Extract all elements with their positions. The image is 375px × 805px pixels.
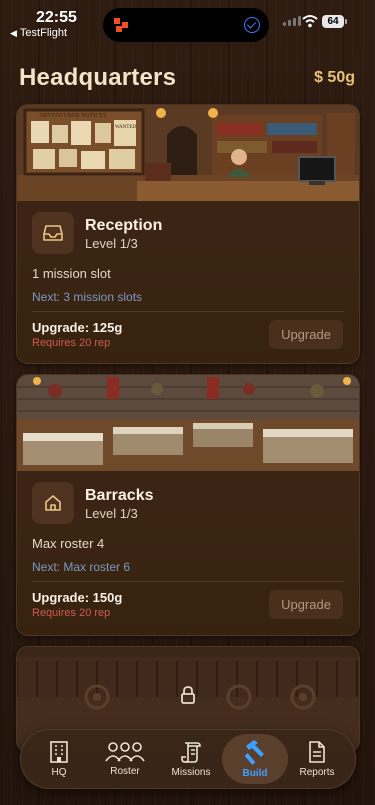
hammer-icon [244,740,264,765]
tab-reports[interactable]: Reports [286,730,348,788]
cellular-signal-icon [283,16,301,26]
dynamic-island [103,8,269,42]
upgrade-reception-button[interactable]: Upgrade [269,320,343,349]
back-to-app-link[interactable]: ◀ TestFlight [10,27,67,39]
building-effect: 1 mission slot [32,266,111,281]
verified-check-icon [244,17,260,33]
upgrade-cost: Upgrade: 150g [32,590,123,605]
bottom-tab-bar: HQ Roster Missions Build Reports [20,729,356,789]
next-level-preview: Next: 3 mission slots [32,290,143,304]
upgrade-cost: Upgrade: 125g [32,320,123,335]
building-card-barracks: Barracks Level 1/3 Max roster 4 Next: Ma… [16,374,360,636]
tab-missions[interactable]: Missions [160,730,222,788]
upgrade-requirement: Requires 20 rep [32,337,111,349]
people-icon [105,742,145,762]
building-name: Barracks [85,487,154,504]
building-level: Level 1/3 [85,506,138,521]
tab-label: Missions [171,767,211,778]
document-icon [309,741,325,763]
back-arrow-icon: ◀ [10,27,17,38]
lock-icon [181,686,195,704]
wifi-icon [302,15,318,28]
barracks-illustration [17,375,359,471]
status-bar: 22:55 ◀ TestFlight 64 [0,0,375,46]
tab-roster[interactable]: Roster [94,730,156,788]
scroll-icon [181,742,201,763]
tab-hq[interactable]: HQ [28,730,90,788]
wanted-poster-text: WANTED [115,125,136,130]
reception-icon-tile [32,212,74,254]
tab-label: Build [242,768,268,779]
upgrade-barracks-button[interactable]: Upgrade [269,590,343,619]
divider [32,311,344,312]
tab-label: Roster [110,766,140,777]
app-logo-icon [114,18,128,32]
upgrade-requirement: Requires 20 rep [32,607,111,619]
tab-label: HQ [51,767,67,778]
building-name: Reception [85,217,163,234]
tab-label: Reports [299,767,335,778]
next-level-preview: Next: Max roster 6 [32,560,131,574]
building-icon [50,741,68,763]
building-effect: Max roster 4 [32,536,105,551]
battery-indicator: 64 [322,15,347,28]
gold-balance: $ 50g [314,69,355,86]
barracks-icon-tile [32,482,74,524]
notice-board-sign: ADVENTURER NOTICES [39,113,107,119]
reception-illustration: ADVENTURER NOTICES WANTED [17,105,359,201]
house-icon [45,495,61,511]
tab-build[interactable]: Build [222,734,288,784]
back-app-label: TestFlight [19,27,67,39]
clock: 22:55 [36,9,77,26]
divider [32,581,344,582]
inbox-icon [43,225,63,241]
page-title: Headquarters [19,64,177,91]
building-card-reception: ADVENTURER NOTICES WANTED Reception Leve… [16,104,360,364]
building-level: Level 1/3 [85,236,138,251]
